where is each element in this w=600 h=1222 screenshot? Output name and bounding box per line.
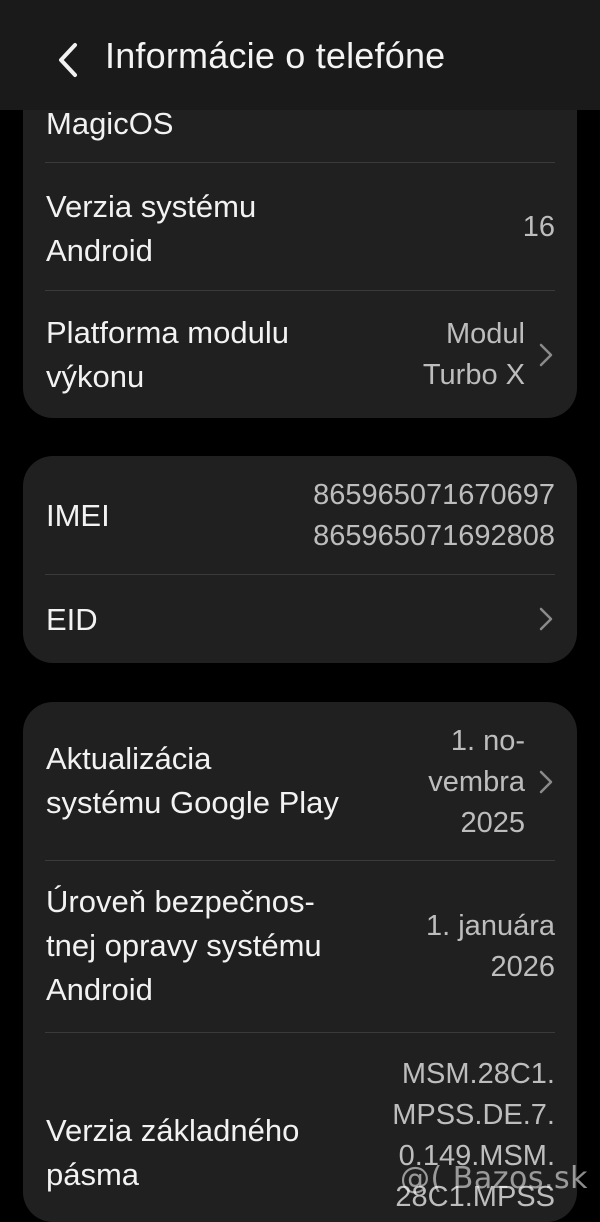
performance-platform-value: Modul Turbo X [422,318,525,391]
android-version-value: 16 [522,211,555,243]
updates-card: Aktualizácia systému Google Play 1. no- … [23,702,577,1222]
performance-platform-label: Platforma modulu výkonu [46,315,289,394]
baseband-version-label: Verzia základného pásma [46,1113,300,1192]
performance-platform-row[interactable]: Platforma modulu výkonu Modul Turbo X [23,291,577,418]
chevron-right-icon [539,343,553,367]
app-header: Informácie o telefóne [0,0,600,110]
imei-value: 865965071670697 865965071692808 [313,479,555,552]
page-title: Informácie o telefóne [105,35,446,76]
eid-label: EID [46,602,98,637]
security-patch-row[interactable]: Úroveň bezpečnos- tnej opravy systému An… [23,861,577,1032]
chevron-right-icon [539,607,553,631]
security-patch-value: 1. januára 2026 [426,910,555,983]
security-patch-label: Úroveň bezpečnos- tnej opravy systému An… [46,884,322,1007]
back-button[interactable] [44,36,92,84]
google-play-update-label: Aktualizácia systému Google Play [46,741,339,820]
watermark: @( Bazos.sk [400,1161,588,1196]
identifiers-card: IMEI 865965071670697 865965071692808 EID [23,456,577,663]
imei-label: IMEI [46,498,110,533]
eid-row[interactable]: EID [23,575,577,663]
imei-row[interactable]: IMEI 865965071670697 865965071692808 [23,456,577,574]
android-version-row[interactable]: Verzia systému Android 16 [23,163,577,290]
android-version-label: Verzia systému Android [46,189,257,268]
system-info-card: MagicOS 10.0 Verzia systému Android 16 P… [23,60,577,418]
google-play-update-value: 1. no- vembra 2025 [428,725,525,839]
chevron-left-icon [59,43,77,77]
google-play-update-row[interactable]: Aktualizácia systému Google Play 1. no- … [23,702,577,860]
chevron-right-icon [539,770,553,794]
